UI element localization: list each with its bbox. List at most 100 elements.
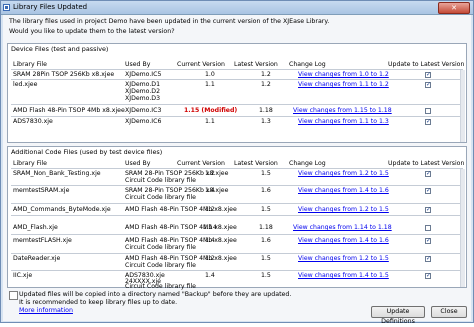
code-latest-version: 1.6 [261, 237, 271, 244]
row-divider [11, 185, 463, 186]
device-file-name: ADS7830.xje [13, 118, 53, 125]
code-used-by: Circuit Code library file [125, 283, 196, 290]
change-log-link[interactable]: View changes from 1.15 to 1.18 [293, 107, 392, 114]
code-current-version: 1.2 [205, 206, 215, 213]
row-divider [11, 79, 463, 80]
code-current-version: 1.2 [205, 255, 215, 262]
row-divider [11, 104, 463, 105]
code-file-name: memtestSRAM.xje [13, 187, 70, 194]
footer-line-1: Updated files will be copied into a dire… [19, 291, 292, 298]
update-checkbox[interactable]: ✓ [425, 170, 432, 177]
code-latest-version: 1.5 [261, 255, 271, 262]
row-divider [11, 203, 463, 204]
code-current-version: 1.2 [205, 170, 215, 177]
update-checkbox[interactable]: ✓ [425, 81, 431, 88]
change-log-link[interactable]: View changes from 1.4 to 1.6 [298, 237, 389, 244]
footer-line-2: It is recommended to keep library files … [19, 299, 178, 306]
library-files-updated-window: Library Files Updated ✕ The library file… [0, 0, 474, 325]
code-used-by: AMD Flash 48-Pin TSOP 4Mb x8.xjee [125, 206, 237, 213]
row-divider [11, 234, 463, 235]
col-update-latest: Update to Latest Version [388, 61, 465, 68]
device-current-version: 1.0 [205, 71, 215, 78]
checkmark-icon: ✓ [426, 118, 432, 125]
update-checkbox[interactable]: ✓ [425, 237, 431, 244]
device-used-by: XJDemo.D3 [125, 95, 161, 102]
close-button[interactable]: Close [431, 306, 467, 318]
device-scrollbar[interactable] [460, 70, 465, 142]
col-latest-version: Latest Version [234, 61, 278, 68]
update-checkbox[interactable]: ✓ [425, 206, 432, 213]
more-information-link[interactable]: More information [19, 307, 73, 314]
col-used-by: Used By [125, 61, 151, 68]
change-log-link[interactable]: View changes from 1.2 to 1.5 [298, 170, 389, 177]
update-checkbox[interactable]: ✓ [425, 187, 432, 194]
code-latest-version: 1.5 [261, 272, 271, 279]
update-checkbox[interactable] [425, 108, 431, 114]
code-file-name: memtestFLASH.xje [13, 237, 72, 244]
update-checkbox[interactable]: ✓ [425, 255, 431, 262]
checkmark-icon: ✓ [426, 206, 432, 213]
code-used-by: Circuit Code library file [125, 194, 196, 201]
device-file-name: SRAM 28Pin TSOP 256Kb x8.xjee [13, 71, 115, 78]
close-window-button[interactable]: ✕ [438, 2, 470, 14]
update-checkbox[interactable] [425, 225, 431, 231]
device-used-by: XJDemo.D1 [125, 81, 161, 88]
window-title: Library Files Updated [13, 3, 88, 11]
row-divider [11, 116, 463, 117]
change-log-link[interactable]: View changes from 1.14 to 1.18 [293, 224, 392, 231]
change-log-link[interactable]: View changes from 1.4 to 1.6 [298, 187, 389, 194]
code-file-name: AMD_Commands_ByteMode.xje [13, 206, 111, 213]
code-latest-version: 1.5 [261, 170, 271, 177]
app-icon [3, 4, 10, 11]
device-current-version-modified: 1.15 (Modified) [184, 107, 238, 114]
code-used-by: Circuit Code library file [125, 244, 196, 251]
checkmark-icon: ✓ [426, 272, 432, 279]
code-current-version: 1.4 [205, 237, 215, 244]
col-library-file: Library File [13, 160, 47, 167]
code-used-by: Circuit Code library file [125, 262, 196, 269]
checkmark-icon: ✓ [426, 187, 432, 194]
code-current-version: 1.4 [205, 272, 215, 279]
code-scrollbar[interactable] [460, 169, 465, 287]
col-latest-version: Latest Version [234, 160, 278, 167]
header-divider [11, 168, 463, 169]
code-latest-version: 1.18 [259, 224, 273, 231]
code-used-by: Circuit Code library file [125, 177, 196, 184]
col-current-version: Current Version [177, 160, 225, 167]
col-current-version: Current Version [177, 61, 225, 68]
intro-line-2: Would you like to update them to the lat… [9, 28, 175, 35]
device-latest-version: 1.3 [261, 118, 271, 125]
change-log-link[interactable]: View changes from 1.2 to 1.5 [298, 255, 389, 262]
update-checkbox[interactable]: ✓ [425, 272, 432, 279]
title-bar[interactable]: Library Files Updated ✕ [1, 1, 473, 15]
device-used-by: XJDemo.D2 [125, 88, 161, 95]
checkmark-icon: ✓ [426, 71, 432, 78]
col-update-latest: Update to Latest Version [388, 160, 465, 167]
device-current-version: 1.1 [205, 118, 215, 125]
change-log-link[interactable]: View changes from 1.4 to 1.5 [298, 272, 389, 279]
change-log-link[interactable]: View changes from 1.2 to 1.5 [298, 206, 389, 213]
update-definitions-button[interactable]: Update Definitions [371, 306, 425, 325]
device-file-name: led.xjee [13, 81, 38, 88]
device-latest-version: 1.2 [261, 81, 271, 88]
device-used-by: XJDemo.IC5 [125, 71, 162, 78]
code-files-group: Additional Code Files (used by test devi… [7, 146, 467, 290]
change-log-link[interactable]: View changes from 1.1 to 1.3 [298, 118, 389, 125]
device-latest-version: 1.2 [261, 71, 271, 78]
change-log-link[interactable]: View changes from 1.1 to 1.2 [298, 81, 389, 88]
device-files-group-title: Device Files (test and passive) [11, 45, 109, 53]
code-used-by: AMD Flash 48-Pin TSOP 4Mb x8.xjee [125, 224, 237, 231]
info-icon [9, 291, 18, 300]
change-log-link[interactable]: View changes from 1.0 to 1.2 [298, 71, 389, 78]
code-file-name: SRAM_Non_Bank_Testing.xje [13, 170, 101, 177]
update-checkbox[interactable]: ✓ [425, 71, 432, 78]
device-file-name: AMD Flash 48-Pin TSOP 4Mb x8.xjee [13, 107, 125, 114]
close-icon: ✕ [451, 4, 457, 12]
col-change-log: Change Log [289, 61, 326, 68]
code-files-group-title: Additional Code Files (used by test devi… [11, 148, 163, 156]
code-used-by: AMD Flash 48-Pin TSOP 4Mb x8.xjee [125, 237, 237, 244]
row-divider [11, 270, 463, 271]
update-checkbox[interactable]: ✓ [425, 118, 432, 125]
checkmark-icon: ✓ [426, 170, 432, 177]
dialog-content: The library files used in project Demo h… [3, 15, 471, 325]
